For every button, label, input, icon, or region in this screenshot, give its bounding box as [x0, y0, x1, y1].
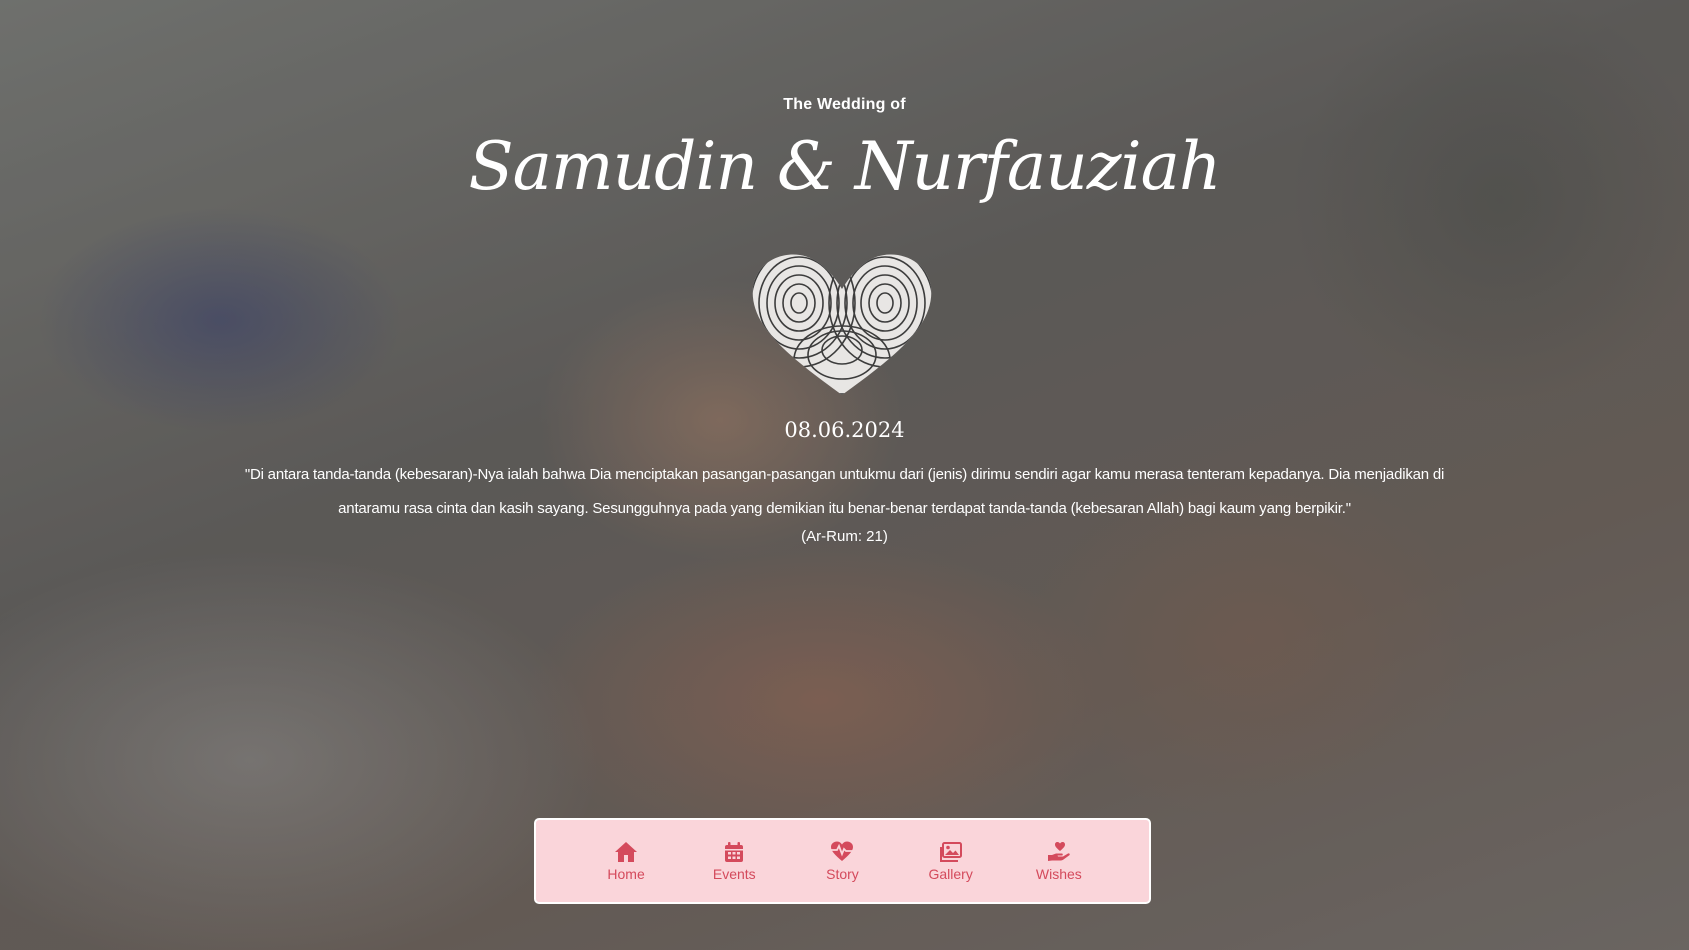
verse-text: "Di antara tanda-tanda (kebesaran)-Nya i… [244, 466, 1445, 517]
nav-label-gallery: Gallery [928, 866, 973, 882]
nav-item-story[interactable]: Story [802, 840, 882, 882]
hand-heart-icon [1047, 842, 1070, 861]
nav-label-story: Story [826, 866, 859, 882]
nav-item-wishes[interactable]: Wishes [1019, 840, 1099, 882]
couple-names: Samudin & Nurfauziah [468, 128, 1221, 205]
wedding-date: 08.06.2024 [784, 418, 905, 442]
nav-label-home: Home [607, 866, 645, 882]
home-icon [615, 842, 638, 862]
nav-item-home[interactable]: Home [586, 840, 666, 882]
verse-source: (Ar-Rum: 21) [801, 528, 888, 545]
pre-title: The Wedding of [783, 96, 906, 113]
image-icon [939, 842, 962, 862]
nav-item-events[interactable]: Events [694, 840, 774, 882]
heart-pulse-icon [831, 841, 854, 861]
nav-label-wishes: Wishes [1035, 866, 1082, 882]
calendar-icon [725, 842, 744, 862]
bottom-navigation: Home Events Story Gallery Wishes [534, 818, 1151, 904]
nav-item-gallery[interactable]: Gallery [911, 840, 991, 882]
nav-label-events: Events [712, 866, 756, 882]
fingerprint-heart-icon [747, 245, 937, 405]
